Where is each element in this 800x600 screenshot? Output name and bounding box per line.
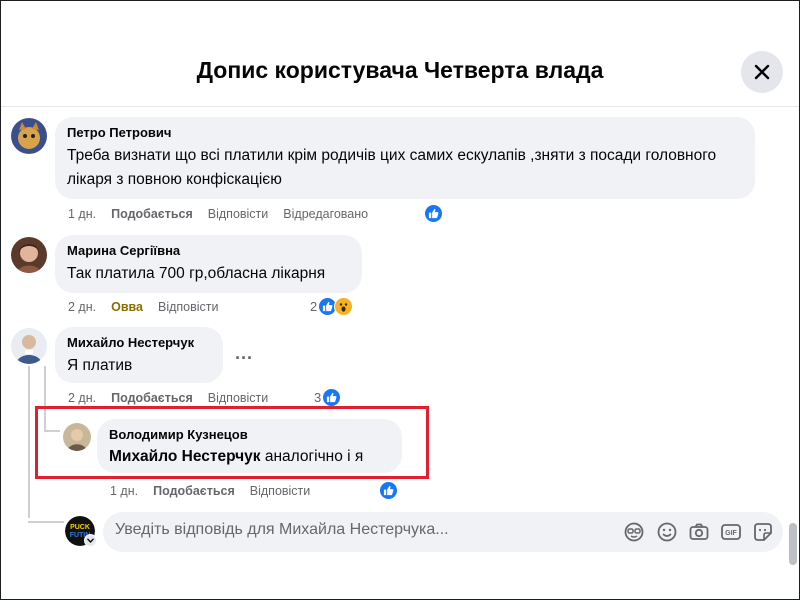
like-reaction-icon (424, 204, 443, 223)
reply-composer[interactable]: GIF (103, 512, 783, 552)
like-reaction-icon (322, 388, 342, 407)
like-button[interactable]: Подобається (111, 207, 193, 221)
thread-line (28, 521, 64, 523)
avatar[interactable] (11, 237, 47, 273)
avatar[interactable] (11, 118, 47, 154)
dialog-title: Допис користувача Четверта влада (196, 57, 604, 83)
comment-author[interactable]: Петро Петрович (67, 125, 743, 141)
comment-actions: 2 дн. Подобається Відповісти (68, 391, 283, 405)
comment-bubble: Михайло Нестерчук Я платив (55, 327, 223, 383)
reactions[interactable]: 2 (310, 297, 354, 316)
reply-button[interactable]: Відповісти (250, 484, 311, 498)
gif-button[interactable]: GIF (720, 521, 742, 543)
comment-time[interactable]: 2 дн. (68, 300, 96, 314)
reactions[interactable]: 3 (314, 388, 342, 407)
comment-bubble: Марина Сергіївна Так платила 700 гр,обла… (55, 235, 362, 293)
reply-button[interactable]: Відповісти (158, 300, 219, 314)
avatar-sticker-button[interactable] (623, 521, 645, 543)
scrollbar-thumb[interactable] (789, 523, 797, 565)
gif-icon: GIF (721, 524, 741, 540)
highlight-box (35, 406, 429, 479)
comment-bubble: Петро Петрович Треба визнати що всі плат… (55, 117, 755, 199)
svg-text:GIF: GIF (725, 530, 737, 537)
reactions-count: 2 (310, 299, 318, 314)
reply-actions: 1 дн. Подобається Відповісти (110, 484, 325, 498)
account-switcher-button[interactable] (84, 534, 97, 547)
sticker-button[interactable] (752, 521, 774, 543)
comment-text: Треба визнати що всі платили крім родичі… (67, 147, 717, 188)
wow-reaction-button[interactable]: Овва (111, 300, 143, 314)
wow-reaction-icon (334, 297, 354, 316)
comment-author[interactable]: Марина Сергіївна (67, 243, 350, 259)
comment-time[interactable]: 1 дн. (68, 207, 96, 221)
like-button[interactable]: Подобається (153, 484, 235, 498)
emoji-button[interactable] (656, 521, 678, 543)
reply-input[interactable] (115, 521, 615, 539)
like-button[interactable]: Подобається (111, 391, 193, 405)
reactions-count: 3 (314, 390, 322, 405)
comment-actions: 2 дн. Овва Відповісти (68, 300, 234, 314)
thread-line (28, 366, 30, 518)
comment-actions: 1 дн. Подобається Відповісти Відредагова… (68, 207, 383, 221)
emoji-icon (657, 522, 677, 542)
reply-button[interactable]: Відповісти (208, 207, 269, 221)
reactions[interactable] (424, 204, 443, 223)
comment-author[interactable]: Михайло Нестерчук (67, 335, 211, 351)
sticker-icon (754, 523, 772, 541)
reactions[interactable] (379, 481, 398, 500)
more-options-button[interactable]: ... (235, 343, 253, 364)
edited-label[interactable]: Відредаговано (283, 207, 368, 221)
avatar-sticker-icon (624, 522, 644, 542)
close-button[interactable] (741, 51, 783, 93)
avatar-text-logo: PUCK (70, 524, 90, 531)
reply-button[interactable]: Відповісти (208, 391, 269, 405)
dialog-header: Допис користувача Четверта влада (1, 1, 799, 107)
avatar[interactable] (11, 328, 47, 364)
comment-text: Я платив (67, 357, 133, 374)
reply-time[interactable]: 1 дн. (110, 484, 138, 498)
post-dialog: Допис користувача Четверта влада Петро П… (0, 0, 800, 600)
chevron-down-icon (87, 538, 94, 543)
like-reaction-icon (379, 481, 398, 500)
comment-text: Так платила 700 гр,обласна лікарня (67, 265, 326, 282)
close-icon (754, 64, 770, 80)
comment-time[interactable]: 2 дн. (68, 391, 96, 405)
camera-icon (689, 523, 709, 540)
photo-button[interactable] (688, 521, 710, 543)
